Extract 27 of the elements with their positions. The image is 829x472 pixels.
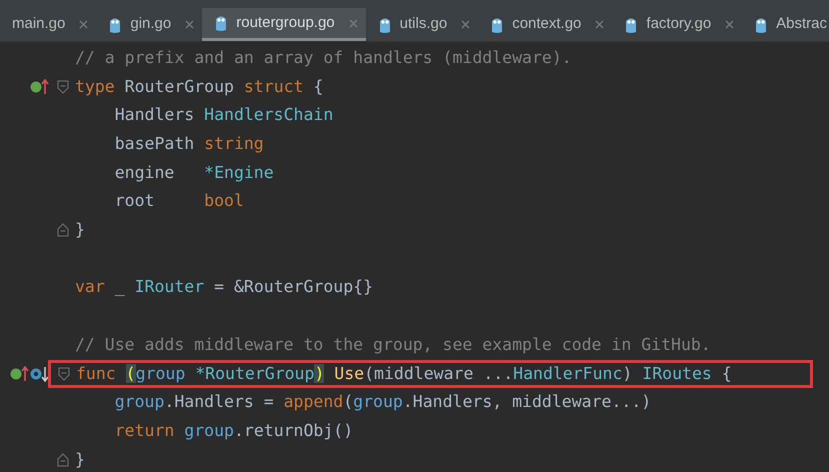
code-comment: // a prefix and an array of handlers (middleware). [75,46,572,69]
circle-down-arrow-icon[interactable] [30,366,50,382]
fold-icon[interactable] [58,366,70,381]
code-line: group.Handlers = append(group.Handlers, middleware...) [114,391,652,414]
fold-icon[interactable] [56,223,68,238]
editor-tab[interactable]: routergroup.go [202,8,366,41]
fold-icon[interactable] [56,452,68,467]
code-line: engine *Engine [114,162,274,184]
code-line: } [75,219,85,242]
close-icon[interactable] [79,20,88,29]
code-line: } [75,448,85,471]
close-icon[interactable] [185,20,194,29]
close-icon[interactable] [461,20,470,29]
code-line: func (group *RouterGroup) Use(middleware ...HandlerFunc) IRoutes { [76,362,732,385]
code-comment: // Use adds middleware to the group, see example code in GitHub. [75,334,711,356]
circle-up-arrow-icon[interactable] [30,79,50,96]
fold-icon[interactable] [56,80,68,94]
code-line: return group.returnObj() [114,420,354,442]
code-line: type RouterGroup struct { [75,76,324,98]
circle-up-arrow-icon[interactable] [10,366,30,382]
code-line: basePath string [114,133,264,156]
close-icon[interactable] [595,20,604,29]
code-line: Handlers HandlersChain [114,104,334,126]
close-icon[interactable] [725,20,734,29]
code-line: root bool [114,190,244,212]
code-line: var _ IRouter = &RouterGroup{} [75,276,374,298]
close-icon[interactable] [348,18,358,28]
